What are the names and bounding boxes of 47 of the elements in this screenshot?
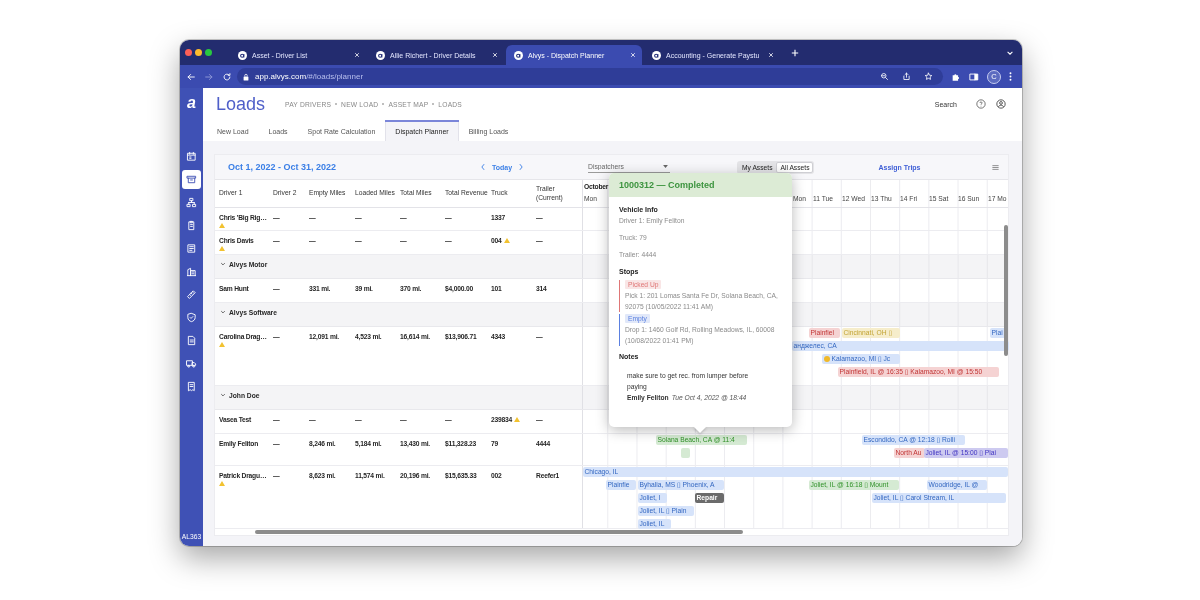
logo-icon — [238, 50, 247, 60]
zoom-out-icon[interactable] — [880, 72, 889, 81]
close-icon[interactable] — [354, 52, 360, 58]
caret-icon — [663, 165, 668, 168]
star-icon[interactable] — [924, 72, 933, 81]
page-title: Loads — [216, 95, 266, 113]
plus-icon[interactable] — [791, 48, 799, 57]
chevron-icon[interactable] — [220, 309, 226, 315]
reload-icon[interactable] — [222, 71, 232, 82]
user-icon[interactable] — [996, 99, 1006, 109]
logo-icon — [376, 50, 385, 60]
sidebar-icon[interactable] — [969, 71, 979, 82]
close-icon[interactable] — [630, 52, 636, 58]
menu-icon[interactable] — [992, 164, 999, 170]
app-logo[interactable]: a — [187, 88, 196, 118]
zoom-dot-icon[interactable] — [205, 49, 212, 56]
sitemap-icon — [186, 197, 197, 208]
date-range-title: Oct 1, 2022 - Oct 31, 2022 — [228, 162, 337, 172]
share-icon[interactable] — [902, 72, 911, 81]
url-field[interactable]: app.alvys.com/#/loads/planner — [237, 68, 943, 85]
popover-title: 1000312 — Completed — [609, 173, 792, 197]
chevron-icon[interactable] — [220, 261, 226, 267]
sidebar-item[interactable] — [182, 170, 201, 189]
back-icon[interactable] — [186, 71, 196, 82]
list-icon — [186, 243, 197, 254]
close-dot-icon[interactable] — [185, 49, 192, 56]
help-icon[interactable] — [976, 99, 986, 109]
logo-icon — [652, 50, 661, 60]
truck-icon — [186, 358, 197, 369]
box-icon — [186, 174, 197, 185]
document-icon — [186, 335, 197, 346]
lock-icon — [243, 72, 249, 81]
kebab-icon[interactable] — [1009, 72, 1012, 81]
logo-icon — [514, 50, 523, 60]
close-icon[interactable] — [492, 52, 498, 58]
chevron-icon[interactable] — [220, 392, 226, 398]
ruler-icon — [186, 289, 197, 300]
building-icon — [186, 266, 197, 277]
close-icon[interactable] — [768, 52, 774, 58]
calendar-icon — [186, 151, 197, 162]
puzzle-icon[interactable] — [951, 71, 961, 82]
receipt-icon — [186, 381, 197, 392]
clipboard-icon — [186, 220, 197, 231]
scrollbar-thumb[interactable] — [1004, 225, 1008, 356]
scrollbar-thumb[interactable] — [255, 530, 743, 534]
minimize-dot-icon[interactable] — [195, 49, 202, 56]
shield-icon — [186, 312, 197, 323]
